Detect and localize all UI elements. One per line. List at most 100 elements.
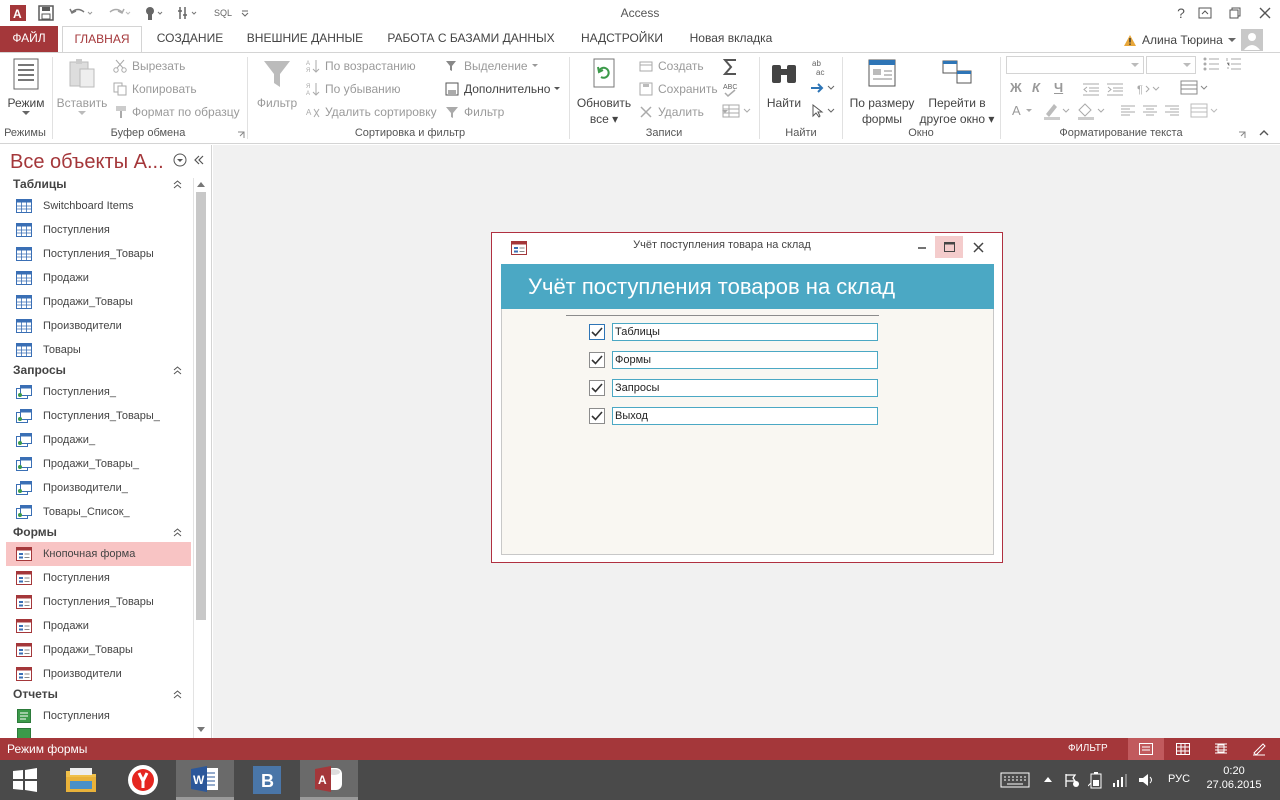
menu-button-forms[interactable] bbox=[589, 352, 605, 368]
redo-icon[interactable] bbox=[104, 3, 134, 23]
menu-button-exit[interactable] bbox=[589, 408, 605, 424]
totals-icon[interactable] bbox=[722, 58, 740, 76]
nav-section-forms[interactable]: Формы bbox=[6, 521, 188, 543]
tab-home[interactable]: ГЛАВНАЯ bbox=[62, 26, 142, 53]
spelling-icon[interactable]: ABC bbox=[722, 81, 740, 99]
nav-item-table[interactable]: Поступления_Товары bbox=[6, 242, 191, 266]
datasheet-view-icon[interactable] bbox=[1176, 743, 1190, 755]
design-view-icon[interactable] bbox=[1252, 742, 1266, 756]
form-maximize-icon[interactable] bbox=[935, 236, 963, 258]
indent-decrease-icon[interactable] bbox=[1082, 82, 1100, 96]
tab-new[interactable]: Новая вкладка bbox=[682, 26, 780, 52]
nav-section-tables[interactable]: Таблицы bbox=[6, 173, 188, 195]
nav-collapse-icon[interactable] bbox=[193, 154, 205, 166]
gridlines-icon[interactable] bbox=[1180, 80, 1208, 96]
section-collapse-icon[interactable] bbox=[173, 180, 182, 189]
refresh-all-button[interactable]: Обновить все ▾ bbox=[572, 55, 636, 126]
selection-button[interactable]: Выделение bbox=[444, 58, 538, 74]
qat-dropdown-icon[interactable] bbox=[238, 3, 252, 23]
customize-tools-icon[interactable] bbox=[174, 3, 202, 23]
form-view-icon[interactable] bbox=[1128, 738, 1164, 760]
highlight-icon[interactable] bbox=[1042, 102, 1070, 120]
tab-addins[interactable]: НАДСТРОЙКИ bbox=[572, 26, 672, 52]
taskbar-vk[interactable]: B bbox=[238, 760, 296, 800]
restore-window-icon[interactable] bbox=[1220, 2, 1250, 24]
nav-menu-dropdown-icon[interactable] bbox=[173, 153, 187, 167]
tab-file[interactable]: ФАЙЛ bbox=[0, 26, 58, 52]
menu-item-forms[interactable]: Формы bbox=[589, 351, 878, 369]
clock[interactable]: 0:20 27.06.2015 bbox=[1204, 765, 1264, 791]
nav-item-query[interactable]: Производители_ bbox=[6, 476, 191, 500]
goto-arrow-icon[interactable] bbox=[810, 81, 836, 95]
menu-label-tables[interactable]: Таблицы bbox=[612, 323, 878, 341]
sort-ascending-button[interactable]: AЯ По возрастанию bbox=[305, 58, 416, 74]
nav-item-report[interactable]: Поступления bbox=[6, 704, 191, 728]
nav-item-form-selected[interactable]: Кнопочная форма bbox=[6, 542, 191, 566]
form-minimize-icon[interactable] bbox=[912, 238, 932, 256]
align-right-icon[interactable] bbox=[1164, 105, 1180, 117]
nav-item-query[interactable]: Поступления_Товары_ bbox=[6, 404, 191, 428]
ribbon-display-icon[interactable] bbox=[1190, 2, 1220, 24]
scroll-up-icon[interactable] bbox=[196, 180, 206, 188]
nav-item-form[interactable]: Продажи_Товары bbox=[6, 638, 191, 662]
toggle-filter-button[interactable]: Фильтр bbox=[444, 104, 504, 120]
select-cursor-icon[interactable] bbox=[810, 104, 836, 118]
menu-item-tables[interactable]: Таблицы bbox=[589, 323, 878, 341]
indent-increase-icon[interactable] bbox=[1106, 82, 1124, 96]
cut-button[interactable]: Вырезать bbox=[112, 58, 185, 74]
align-left-icon[interactable] bbox=[1120, 105, 1136, 117]
filter-button[interactable]: Фильтр bbox=[252, 55, 302, 123]
nav-pane-title[interactable]: Все объекты А... bbox=[10, 151, 164, 174]
save-icon[interactable] bbox=[36, 3, 56, 23]
user-account[interactable]: Алина Тюрина bbox=[1123, 29, 1263, 51]
show-hidden-icons[interactable] bbox=[1043, 776, 1053, 783]
taskbar-yandex-browser[interactable] bbox=[114, 760, 172, 800]
scroll-down-icon[interactable] bbox=[196, 726, 206, 734]
align-center-icon[interactable] bbox=[1142, 105, 1158, 117]
battery-icon[interactable] bbox=[1088, 771, 1104, 789]
advanced-filter-button[interactable]: Дополнительно bbox=[444, 81, 561, 97]
undo-icon[interactable] bbox=[66, 3, 96, 23]
menu-button-queries[interactable] bbox=[589, 380, 605, 396]
avatar[interactable] bbox=[1240, 29, 1263, 51]
format-painter-button[interactable]: Формат по образцу bbox=[112, 104, 240, 120]
underline-button[interactable]: Ч bbox=[1054, 80, 1063, 95]
collapse-ribbon-icon[interactable] bbox=[1258, 129, 1270, 137]
more-records-icon[interactable] bbox=[722, 104, 752, 118]
save-record-button[interactable]: Сохранить bbox=[638, 81, 718, 97]
nav-item-form[interactable]: Продажи bbox=[6, 614, 191, 638]
tab-create[interactable]: СОЗДАНИЕ bbox=[150, 26, 230, 52]
scroll-thumb[interactable] bbox=[196, 192, 206, 620]
paste-button[interactable]: Вставить bbox=[54, 55, 110, 123]
font-color-button[interactable]: А bbox=[1012, 103, 1021, 118]
nav-item-query[interactable]: Продажи_ bbox=[6, 428, 191, 452]
paragraph-direction-icon[interactable]: ¶ bbox=[1136, 82, 1162, 96]
tab-database-tools[interactable]: РАБОТА С БАЗАМИ ДАННЫХ bbox=[380, 26, 562, 52]
nav-scrollbar[interactable] bbox=[193, 178, 208, 738]
sort-descending-button[interactable]: ЯA По убыванию bbox=[305, 81, 401, 97]
menu-button-tables[interactable] bbox=[589, 324, 605, 340]
replace-icon[interactable]: ab ac bbox=[810, 58, 828, 76]
section-collapse-icon[interactable] bbox=[173, 366, 182, 375]
touch-mode-icon[interactable] bbox=[140, 3, 168, 23]
font-name-select[interactable] bbox=[1006, 56, 1144, 74]
menu-item-exit[interactable]: Выход bbox=[589, 407, 878, 425]
menu-label-queries[interactable]: Запросы bbox=[612, 379, 878, 397]
start-button[interactable] bbox=[0, 760, 50, 800]
access-app-icon[interactable]: A bbox=[8, 3, 28, 23]
section-collapse-icon[interactable] bbox=[173, 690, 182, 699]
numbering-icon[interactable] bbox=[1226, 57, 1242, 71]
find-button[interactable]: Найти bbox=[762, 55, 806, 123]
nav-item-form[interactable]: Поступления_Товары bbox=[6, 590, 191, 614]
fill-color-icon[interactable] bbox=[1076, 102, 1106, 120]
nav-item-query[interactable]: Продажи_Товары_ bbox=[6, 452, 191, 476]
network-signal-icon[interactable] bbox=[1112, 772, 1128, 788]
bullets-icon[interactable] bbox=[1203, 57, 1223, 71]
nav-item-table[interactable]: Поступления bbox=[6, 218, 191, 242]
copy-button[interactable]: Копировать bbox=[112, 81, 197, 97]
taskbar-file-explorer[interactable] bbox=[52, 760, 110, 800]
nav-section-reports[interactable]: Отчеты bbox=[6, 683, 188, 705]
nav-item-table[interactable]: Продажи_Товары bbox=[6, 290, 191, 314]
nav-item-form[interactable]: Поступления bbox=[6, 566, 191, 590]
font-color-dropdown-icon[interactable] bbox=[1026, 109, 1032, 113]
